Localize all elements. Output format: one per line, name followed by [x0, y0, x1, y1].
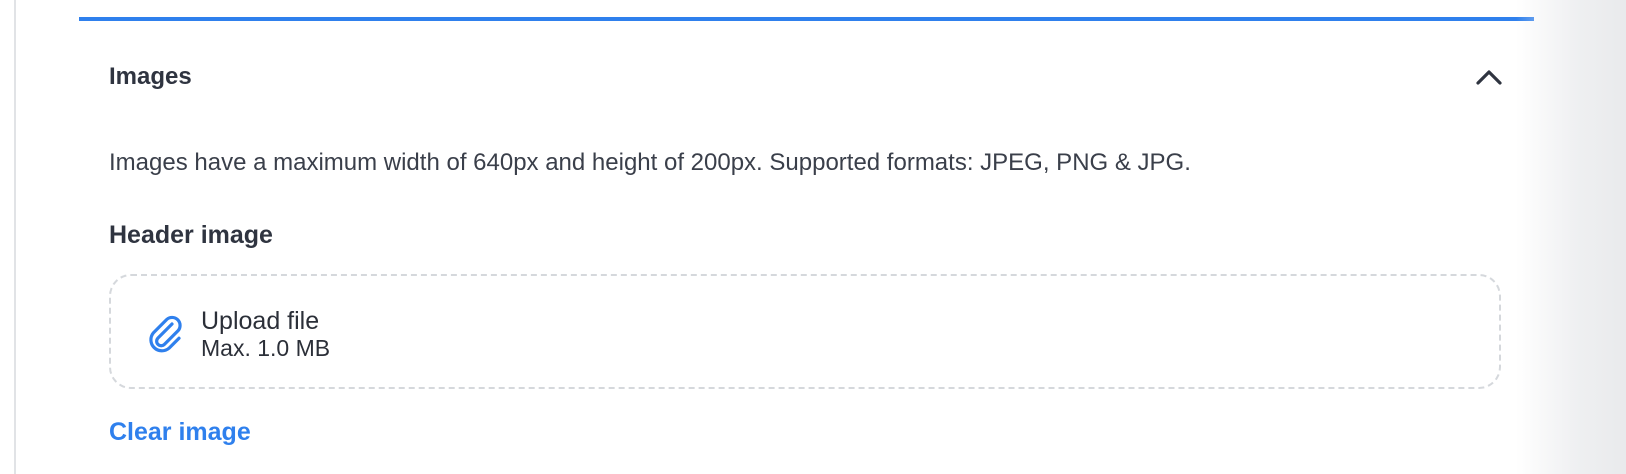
paperclip-icon [149, 315, 182, 353]
page: Images Images have a maximum width of 64… [0, 0, 1626, 474]
left-divider [14, 0, 16, 474]
clear-image-link[interactable]: Clear image [109, 418, 251, 447]
chevron-up-icon [1476, 70, 1502, 85]
right-edge-shadow [1516, 0, 1626, 474]
collapse-toggle-button[interactable] [1474, 62, 1504, 92]
images-panel: Images Images have a maximum width of 64… [79, 17, 1534, 474]
upload-file-label: Upload file [201, 307, 320, 335]
header-image-label: Header image [109, 221, 273, 249]
panel-header[interactable]: Images [109, 57, 1504, 97]
upload-size-limit: Max. 1.0 MB [201, 335, 331, 361]
upload-text: Upload file Max. 1.0 MB [201, 308, 330, 362]
header-image-dropzone[interactable]: Upload file Max. 1.0 MB [109, 274, 1501, 389]
panel-title: Images [109, 63, 192, 90]
images-description: Images have a maximum width of 640px and… [109, 149, 1191, 176]
